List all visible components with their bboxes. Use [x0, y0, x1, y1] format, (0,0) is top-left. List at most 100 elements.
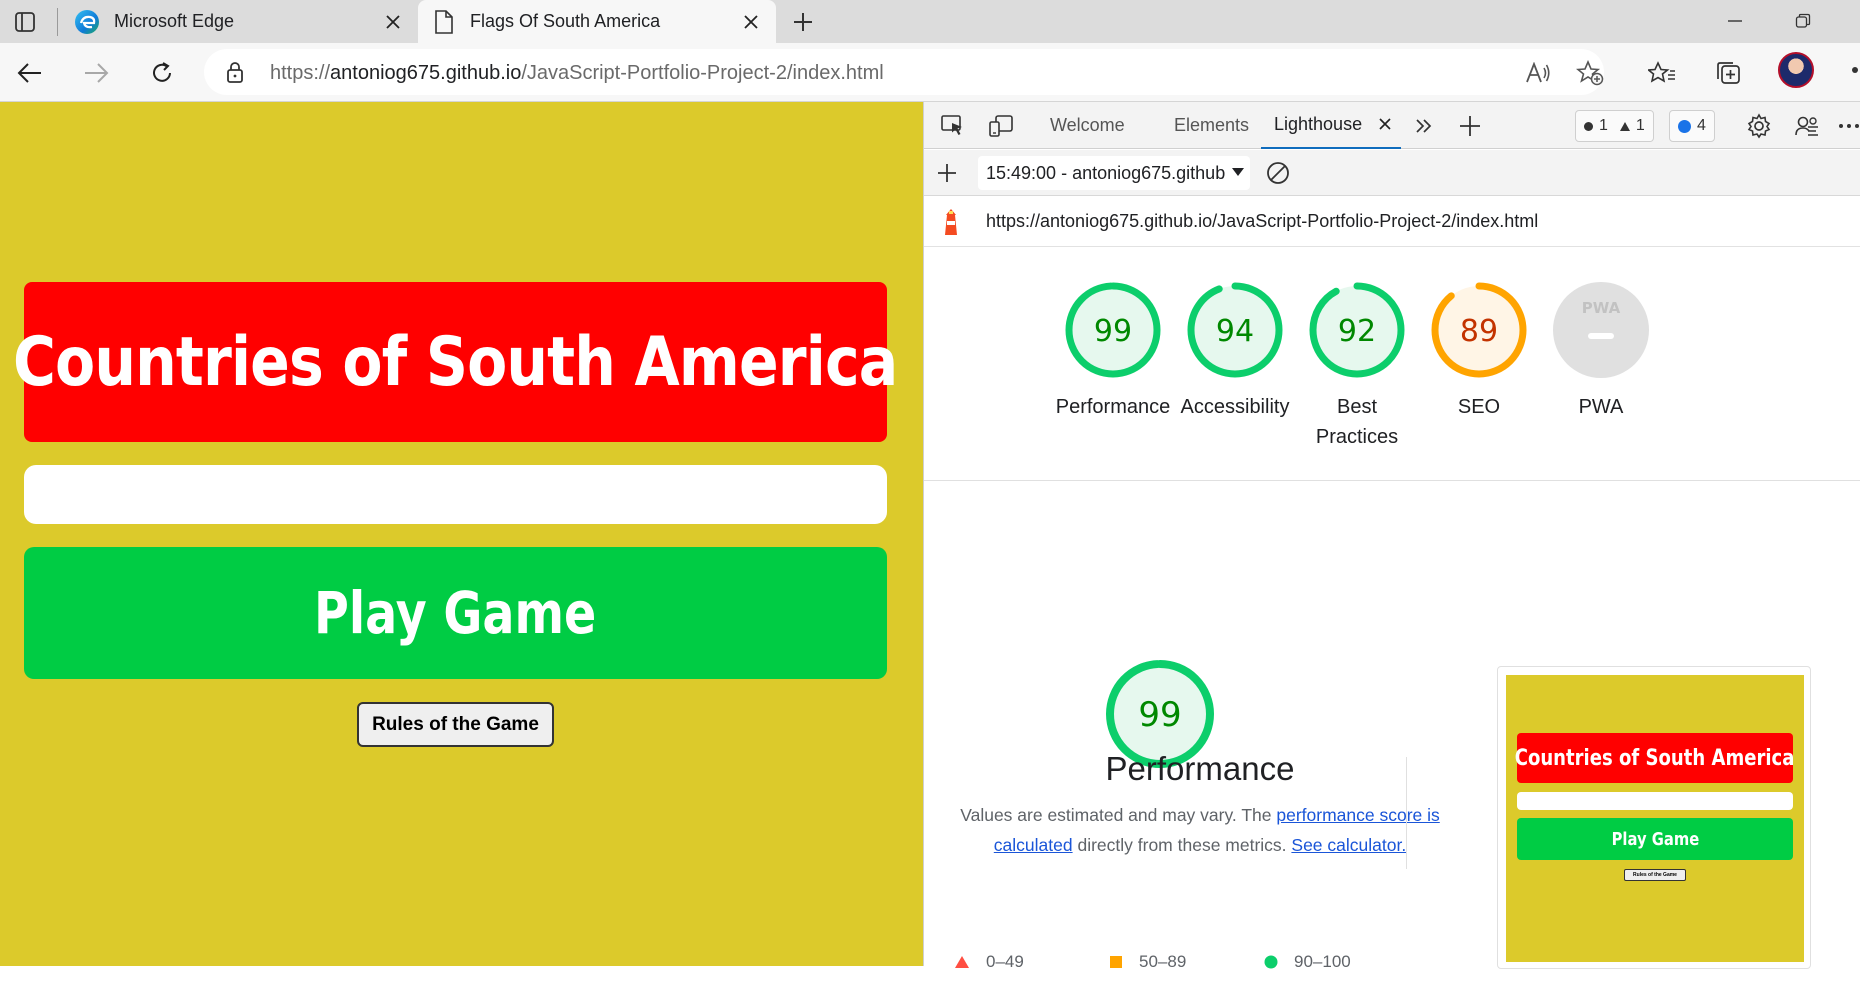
rules-button[interactable]: Rules of the Game — [357, 702, 554, 747]
answer-field[interactable] — [24, 465, 887, 524]
messages-badge[interactable]: 4 — [1669, 110, 1715, 142]
edge-logo-icon — [74, 9, 100, 35]
message-count: 4 — [1697, 117, 1706, 134]
gauge-ring: 94 — [1187, 282, 1283, 378]
gauge-ring: 99 — [1065, 282, 1161, 378]
triangle-icon — [955, 956, 969, 968]
gauge-label: PWA — [1578, 396, 1624, 418]
performance-section: 99 Performance Values are estimated and … — [924, 482, 1860, 971]
final-screenshot[interactable]: Countries of South America Play Game Rul… — [1497, 666, 1811, 969]
minimize-icon[interactable] — [1718, 6, 1752, 36]
pwa-badge-icon: PWA — [1553, 282, 1649, 378]
score-legend: 0–49 50–89 90–100 — [954, 952, 1454, 982]
report-selector-label: 15:49:00 - antoniog675.github — [986, 162, 1226, 183]
game-title: Countries of South America — [13, 282, 899, 442]
devtools-tab-lighthouse[interactable]: Lighthouse — [1261, 102, 1401, 149]
devtools-panel: Welcome Elements Lighthouse 1 1 4 15:49:… — [923, 102, 1860, 971]
profile-avatar[interactable] — [1778, 52, 1814, 88]
gauge-ring: 92 — [1309, 282, 1405, 378]
page-viewport: Countries of South America Play Game Rul… — [0, 102, 923, 966]
description-text: Values are estimated and may vary. The — [960, 805, 1277, 825]
lighthouse-logo-icon — [940, 207, 962, 237]
close-tab-icon[interactable] — [740, 11, 762, 33]
address-bar[interactable]: https://antoniog675.github.io/JavaScript… — [204, 49, 1604, 95]
devtools-tab-welcome[interactable]: Welcome — [1050, 102, 1125, 149]
devtools-tab-elements[interactable]: Elements — [1174, 102, 1249, 149]
tab-flags-of-south-america[interactable]: Flags Of South America — [418, 0, 776, 43]
url-path: /JavaScript-Portfolio-Project-2/index.ht… — [521, 62, 884, 84]
report-url[interactable]: https://antoniog675.github.io/JavaScript… — [986, 211, 1538, 232]
url-prefix: https:// — [270, 62, 331, 84]
devtools-tab-label: Lighthouse — [1274, 114, 1363, 134]
tab-microsoft-edge[interactable]: Microsoft Edge — [62, 0, 412, 43]
report-selector[interactable]: 15:49:00 - antoniog675.github — [978, 156, 1250, 190]
close-tab-icon[interactable] — [382, 11, 404, 33]
legend-label: 0–49 — [986, 952, 1024, 971]
game-title-text: Countries of South America — [13, 322, 898, 402]
play-game-button[interactable]: Play Game — [24, 547, 887, 679]
forward-icon[interactable] — [78, 55, 114, 91]
lock-icon[interactable] — [226, 61, 244, 83]
error-icon — [1584, 121, 1593, 131]
browser-title-bar: Microsoft Edge Flags Of South America — [0, 0, 1860, 43]
thumbnail-answer-field — [1517, 792, 1793, 810]
customize-user-icon[interactable] — [1792, 111, 1822, 141]
url-domain: antoniog675.github.io — [330, 62, 522, 84]
thumbnail-play-label: Play Game — [1611, 828, 1699, 850]
inspect-element-icon[interactable] — [938, 111, 968, 141]
tab-title: Flags Of South America — [470, 11, 661, 31]
gauge-score: 99 — [1138, 695, 1181, 735]
lighthouse-toolbar: 15:49:00 - antoniog675.github — [924, 150, 1860, 196]
settings-gear-icon[interactable] — [1744, 111, 1774, 141]
performance-title: Performance — [1105, 750, 1295, 787]
screenshot-thumbnail: Countries of South America Play Game Rul… — [1506, 675, 1804, 962]
url-text: https://antoniog675.github.io/JavaScript… — [270, 62, 884, 85]
close-tab-icon[interactable] — [1379, 118, 1391, 130]
chevron-down-icon — [1232, 168, 1244, 176]
description-text: directly from these metrics. — [1072, 835, 1292, 855]
see-calculator-link[interactable]: See calculator. — [1291, 835, 1406, 855]
tab-actions-icon[interactable] — [10, 7, 40, 37]
more-menu-icon[interactable] — [1852, 67, 1858, 73]
read-aloud-icon[interactable] — [1522, 57, 1554, 89]
page-icon — [434, 9, 454, 34]
error-count: 1 — [1599, 117, 1608, 134]
thumbnail-rules-button: Rules of the Game — [1624, 869, 1686, 881]
issue-counts-badge[interactable]: 1 1 — [1575, 110, 1654, 142]
favorites-icon[interactable] — [1644, 55, 1680, 91]
tab-title: Microsoft Edge — [114, 11, 235, 31]
more-options-icon[interactable] — [1834, 111, 1860, 141]
thumbnail-title: Countries of South America — [1515, 733, 1795, 783]
gauge-score: 94 — [1216, 314, 1254, 349]
refresh-icon[interactable] — [144, 55, 180, 91]
legend-item-fail: 0–49 — [954, 952, 1024, 972]
add-favorite-icon[interactable] — [1574, 57, 1606, 89]
new-tab-icon[interactable] — [788, 7, 818, 37]
gauge-pwa[interactable]: PWA PWA — [1526, 280, 1676, 422]
section-divider — [924, 480, 1860, 481]
legend-item-average: 50–89 — [1109, 952, 1186, 972]
more-tabs-chevron-icon[interactable] — [1409, 111, 1439, 141]
clear-reports-icon[interactable] — [1263, 158, 1293, 188]
warning-count: 1 — [1635, 117, 1645, 134]
gauge-ring: 89 — [1431, 282, 1527, 378]
new-report-plus-icon[interactable] — [932, 158, 962, 188]
thumbnail-play-button: Play Game — [1517, 818, 1793, 860]
restore-icon[interactable] — [1786, 6, 1820, 36]
pwa-badge-text: PWA — [1582, 299, 1621, 317]
gauge-label-line: Practices — [1315, 426, 1399, 448]
play-game-label: Play Game — [314, 579, 597, 647]
add-tool-icon[interactable] — [1455, 111, 1485, 141]
performance-description: Values are estimated and may vary. The p… — [944, 800, 1456, 860]
devtools-toolbar: Welcome Elements Lighthouse 1 1 4 — [924, 102, 1860, 149]
circle-icon — [1264, 955, 1278, 969]
gauge-score: 92 — [1338, 314, 1376, 349]
tab-divider — [57, 8, 58, 36]
report-url-row: https://antoniog675.github.io/JavaScript… — [924, 197, 1860, 247]
device-emulation-icon[interactable] — [986, 111, 1016, 141]
legend-label: 50–89 — [1139, 952, 1187, 971]
square-icon — [1110, 956, 1122, 968]
collections-icon[interactable] — [1710, 55, 1746, 91]
back-icon[interactable] — [12, 55, 48, 91]
gauge-score: 89 — [1460, 314, 1498, 349]
